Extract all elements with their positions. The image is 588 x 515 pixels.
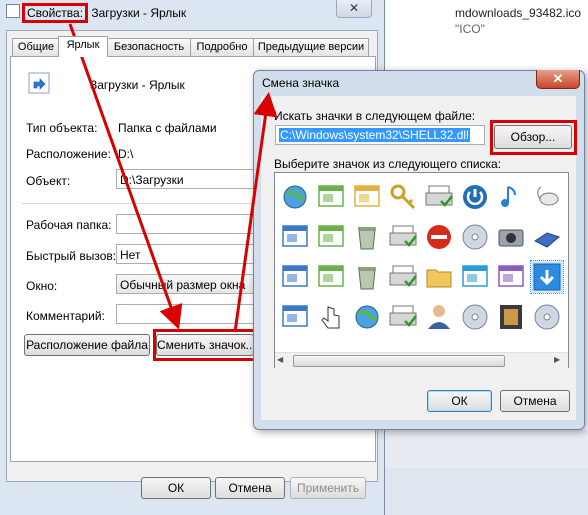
hotkey-field[interactable]: Нет: [116, 244, 256, 264]
shortcut-small-icon: [6, 4, 20, 18]
printer-check-icon[interactable]: [387, 261, 419, 293]
document-cursor-icon[interactable]: [351, 181, 383, 213]
background-file-name: mdownloads_93482.ico: [455, 6, 582, 20]
network-globe-icon[interactable]: [279, 181, 311, 213]
object-type-label: Тип объекта:: [26, 121, 98, 135]
power-icon[interactable]: [459, 181, 491, 213]
window-size-select[interactable]: Обычный размер окна: [116, 274, 256, 294]
tab-general[interactable]: Общие: [12, 38, 60, 56]
select-icon-label: Выберите значок из следующего списка:: [274, 157, 502, 171]
browse-button[interactable]: Обзор...: [494, 125, 572, 149]
icon-ok-button[interactable]: ОК: [427, 390, 492, 412]
properties-close-button[interactable]: ✕: [336, 0, 372, 18]
globe-folder-icon[interactable]: [351, 301, 383, 333]
location-label: Расположение:: [26, 147, 111, 161]
properties-apply-button[interactable]: Применить: [290, 477, 366, 499]
tab-security[interactable]: Безопасность: [107, 38, 191, 56]
tab-previous-versions[interactable]: Предыдущие версии: [253, 38, 369, 56]
picture-window-icon[interactable]: [315, 221, 347, 253]
object-field[interactable]: D:\Загрузки: [116, 169, 256, 189]
location-value: D:\: [118, 147, 134, 161]
icon-list[interactable]: [274, 172, 569, 368]
properties-ok-button[interactable]: ОК: [141, 477, 211, 499]
shortcut-arrow-icon: [28, 72, 50, 94]
workdir-field[interactable]: [116, 214, 256, 234]
recycle-bin-full-icon[interactable]: [351, 221, 383, 253]
fax-icon[interactable]: [387, 221, 419, 253]
window-pointer-icon[interactable]: [315, 181, 347, 213]
icon-file-path: C:\Windows\system32\SHELL32.dll: [279, 128, 470, 142]
background-file-type: "ICO": [455, 22, 485, 36]
scroll-thumb[interactable]: [293, 355, 505, 367]
key-cd-icon[interactable]: [459, 301, 491, 333]
film-icon[interactable]: [495, 301, 527, 333]
disk-drive-icon[interactable]: [531, 221, 563, 253]
shortcut-name: Загрузки - Ярлык: [90, 78, 185, 92]
window-list-icon[interactable]: [279, 221, 311, 253]
change-icon-close-button[interactable]: ✕: [536, 70, 580, 89]
scroll-left-arrow-icon[interactable]: ◀: [277, 355, 287, 365]
user-icon[interactable]: [423, 301, 455, 333]
change-icon-button[interactable]: Сменить значок...: [156, 334, 256, 356]
title-highlight: Свойства:: [22, 3, 89, 23]
folder-icon[interactable]: [423, 261, 455, 293]
mouse-icon[interactable]: [531, 181, 563, 213]
icon-list-scrollbar[interactable]: ◀ ▶: [275, 352, 568, 368]
monitor-icon[interactable]: [279, 261, 311, 293]
grid-window-icon[interactable]: [279, 301, 311, 333]
properties-title: Свойства: Загрузки - Ярлык: [22, 3, 187, 23]
comment-label: Комментарий:: [26, 309, 105, 323]
hand-pointer-icon[interactable]: [315, 301, 347, 333]
music-note-icon[interactable]: [495, 181, 527, 213]
separator: [22, 203, 258, 204]
title-rest: Загрузки - Ярлык: [88, 6, 187, 20]
recycle-bin-empty-icon[interactable]: [351, 261, 383, 293]
background-taskbar: [380, 468, 588, 515]
icon-file-input[interactable]: C:\Windows\system32\SHELL32.dll: [275, 125, 485, 145]
no-entry-icon[interactable]: [423, 221, 455, 253]
properties-cancel-button[interactable]: Отмена: [215, 477, 285, 499]
scroll-right-arrow-icon[interactable]: ▶: [554, 355, 564, 365]
printer-check2-icon[interactable]: [387, 301, 419, 333]
cd-network-icon[interactable]: [531, 301, 563, 333]
comment-field[interactable]: [116, 304, 256, 324]
workdir-label: Рабочая папка:: [26, 218, 112, 232]
tab-details[interactable]: Подробно: [190, 38, 254, 56]
file-location-button[interactable]: Расположение файла: [24, 334, 150, 356]
media-icon[interactable]: [495, 261, 527, 293]
hotkey-label: Быстрый вызов:: [26, 249, 117, 263]
camera-icon[interactable]: [495, 221, 527, 253]
object-label: Объект:: [26, 174, 71, 188]
search-file-label: Искать значки в следующем файле:: [274, 109, 476, 123]
window-label: Окно:: [26, 279, 58, 293]
tab-shortcut[interactable]: Ярлык: [58, 36, 108, 57]
dvd-icon[interactable]: [459, 221, 491, 253]
windows-stack-icon[interactable]: [315, 261, 347, 293]
download-arrow-icon[interactable]: [530, 260, 564, 294]
object-type-value: Папка с файлами: [118, 121, 217, 135]
printer-network-icon[interactable]: [423, 181, 455, 213]
icon-cancel-button[interactable]: Отмена: [500, 390, 570, 412]
change-icon-title: Смена значка: [262, 76, 340, 90]
documents-icon[interactable]: [459, 261, 491, 293]
keys-icon[interactable]: [387, 181, 419, 213]
